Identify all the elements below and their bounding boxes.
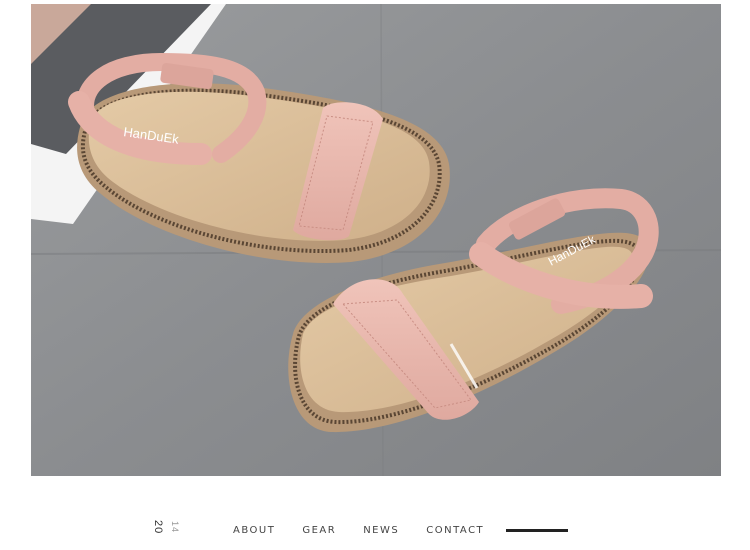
nav-underline (506, 529, 569, 532)
product-photo: HanDuEk HanDuEk (31, 4, 721, 476)
nav-item-gear[interactable]: GEAR (302, 525, 336, 536)
nav-menu: ABOUT GEAR NEWS CONTACT (233, 525, 569, 536)
sandals-image: HanDuEk HanDuEk (31, 4, 721, 476)
nav-item-contact[interactable]: CONTACT (426, 525, 484, 536)
nav-item-about[interactable]: ABOUT (233, 525, 275, 536)
year-main: 20 (152, 520, 164, 535)
page: HanDuEk HanDuEk 20 14 ABOUT GEAR NEWS CO… (0, 0, 750, 550)
nav-item-news[interactable]: NEWS (363, 525, 399, 536)
footer-nav (0, 476, 750, 550)
year-mark: 20 14 (150, 518, 190, 538)
year-sub: 14 (170, 521, 180, 534)
